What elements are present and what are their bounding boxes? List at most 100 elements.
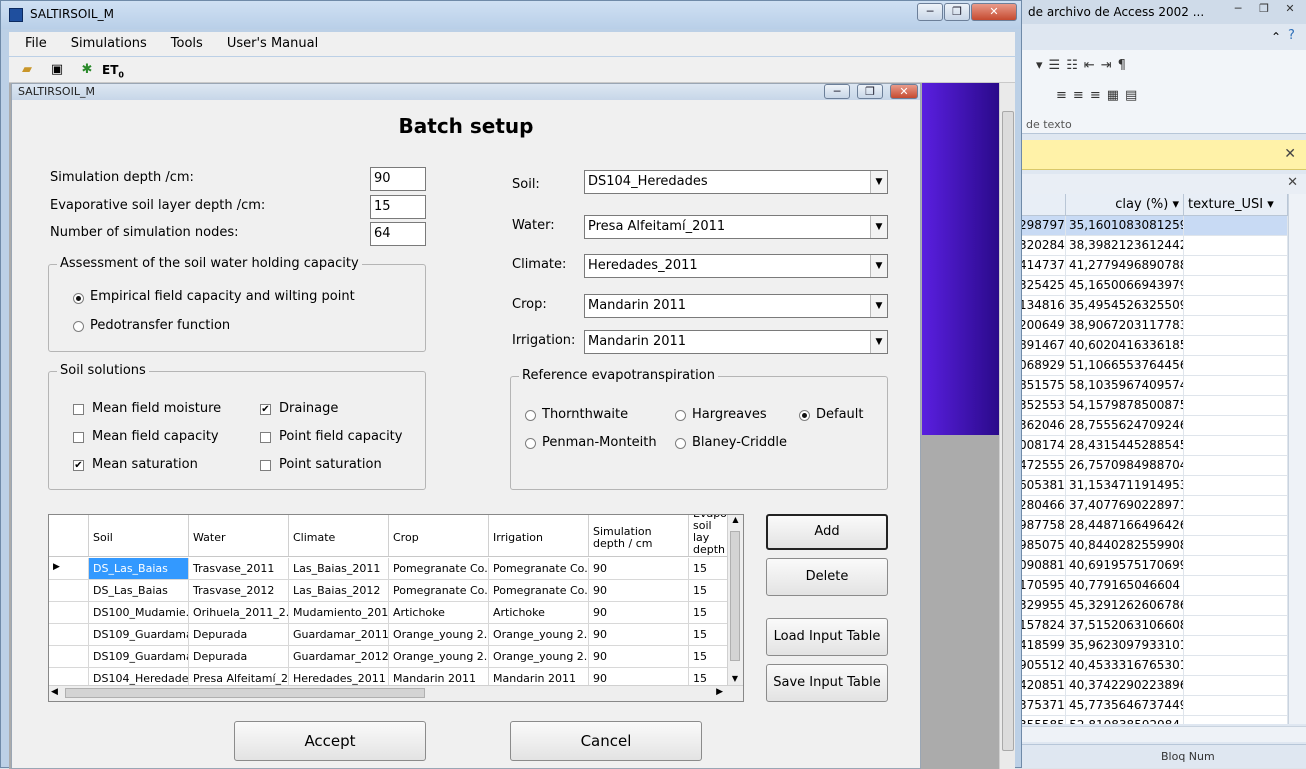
bullet-list-icon[interactable]: ☰: [1049, 58, 1061, 73]
table-cell[interactable]: 31,1534711914953: [1066, 476, 1184, 495]
table-cell[interactable]: Depurada: [189, 624, 289, 645]
close-button[interactable]: ✕: [971, 3, 1017, 21]
sim-depth-input[interactable]: 90: [370, 167, 426, 191]
row-header[interactable]: [49, 624, 89, 645]
list-item[interactable]: 375371 45,7735646737449: [1016, 696, 1288, 716]
table-cell[interactable]: [1184, 596, 1288, 615]
gridlines-icon[interactable]: ▦: [1107, 88, 1119, 103]
drainage-checkbox[interactable]: ✔: [260, 404, 271, 415]
table-cell[interactable]: Guardamar_2012: [289, 646, 389, 667]
whc-pedotransfer-radio[interactable]: [73, 321, 84, 332]
list-item[interactable]: 891467 40,6020416336185: [1016, 336, 1288, 356]
table-cell[interactable]: 90: [589, 624, 689, 645]
menu-simulations[interactable]: Simulations: [55, 32, 155, 56]
dropdown-icon[interactable]: ▾: [1036, 58, 1043, 73]
row-header[interactable]: [49, 580, 89, 601]
table-cell[interactable]: 157824: [1016, 616, 1066, 635]
list-item[interactable]: 320284 38,3982123612442: [1016, 236, 1288, 256]
table-cell[interactable]: 414737: [1016, 256, 1066, 275]
table-cell[interactable]: 298797: [1016, 216, 1066, 235]
table-cell[interactable]: 38,9067203117783: [1066, 316, 1184, 335]
table-cell[interactable]: 851575: [1016, 376, 1066, 395]
table-cell[interactable]: 51,1066553764456: [1066, 356, 1184, 375]
list-item[interactable]: 298797 35,1601083081259: [1016, 216, 1288, 236]
table-cell[interactable]: Depurada: [189, 646, 289, 667]
et-thornthwaite-radio[interactable]: [525, 410, 536, 421]
table-cell[interactable]: Pomegranate Co...: [489, 580, 589, 601]
list-item[interactable]: 200649 38,9067203117783: [1016, 316, 1288, 336]
chevron-down-icon[interactable]: ▼: [870, 331, 887, 353]
table-cell[interactable]: 905512: [1016, 656, 1066, 675]
table-cell[interactable]: 45,1650066943979: [1066, 276, 1184, 295]
table-cell[interactable]: 90: [589, 580, 689, 601]
table-row[interactable]: ▶ DS_Las_Baias Trasvase_2011 Las_Baias_2011…: [49, 558, 733, 580]
table-cell[interactable]: 90: [589, 558, 689, 579]
table-cell[interactable]: 40,8440282559908: [1066, 536, 1184, 555]
nodes-input[interactable]: 64: [370, 222, 426, 246]
add-button[interactable]: Add: [766, 514, 888, 550]
water-select[interactable]: Presa Alfeitamí_2011 ▼: [584, 215, 888, 239]
point-capacity-checkbox[interactable]: [260, 432, 271, 443]
table-cell[interactable]: Trasvase_2011: [189, 558, 289, 579]
table-cell[interactable]: [1184, 296, 1288, 315]
table-cell[interactable]: DS109_Guardamar: [89, 624, 189, 645]
numbered-list-icon[interactable]: ☷: [1066, 58, 1078, 73]
table-cell[interactable]: 35,9623097933101: [1066, 636, 1184, 655]
table-cell[interactable]: Orange_young 2...: [389, 646, 489, 667]
whc-empirical-radio[interactable]: [73, 293, 84, 304]
table-cell[interactable]: 45,3291262606786: [1066, 596, 1184, 615]
list-item[interactable]: 605381 31,1534711914953: [1016, 476, 1288, 496]
et-hargreaves-radio[interactable]: [675, 410, 686, 421]
mean-capacity-checkbox[interactable]: [73, 432, 84, 443]
table-cell[interactable]: 987758: [1016, 516, 1066, 535]
table-cell[interactable]: 90: [589, 646, 689, 667]
table-cell[interactable]: [1184, 276, 1288, 295]
list-item[interactable]: 418599 35,9623097933101: [1016, 636, 1288, 656]
table-cell[interactable]: 170595: [1016, 576, 1066, 595]
table-cell[interactable]: [1184, 636, 1288, 655]
table-cell[interactable]: [1184, 656, 1288, 675]
column-header[interactable]: Climate: [289, 515, 389, 556]
column-header-texture[interactable]: texture_USI ▾: [1184, 194, 1288, 215]
maximize-button[interactable]: ❐: [857, 84, 883, 99]
table-cell[interactable]: 352553: [1016, 396, 1066, 415]
chevron-up-icon[interactable]: ⌃: [1271, 30, 1281, 44]
table-cell[interactable]: 068929: [1016, 356, 1066, 375]
column-header-clay[interactable]: clay (%) ▾: [1066, 194, 1184, 215]
list-item[interactable]: 987758 28,4487166496426: [1016, 516, 1288, 536]
mean-moisture-checkbox[interactable]: [73, 404, 84, 415]
climate-select[interactable]: Heredades_2011 ▼: [584, 254, 888, 278]
table-cell[interactable]: 891467: [1016, 336, 1066, 355]
table-cell[interactable]: [1184, 696, 1288, 715]
column-header[interactable]: Simulation depth / cm: [589, 515, 689, 556]
list-item[interactable]: 134816 35,4954526325509: [1016, 296, 1288, 316]
list-item[interactable]: 414737 41,2779496890788: [1016, 256, 1288, 276]
table-cell[interactable]: [1184, 216, 1288, 235]
chevron-down-icon[interactable]: ▼: [870, 171, 887, 193]
table-cell[interactable]: [1184, 576, 1288, 595]
table-cell[interactable]: 54,1579878500875: [1066, 396, 1184, 415]
table-cell[interactable]: [1184, 316, 1288, 335]
table-row[interactable]: DS_Las_Baias Trasvase_2012 Las_Baias_2012 P…: [49, 580, 733, 602]
table-cell[interactable]: 40,4533316765301: [1066, 656, 1184, 675]
table-cell[interactable]: [1184, 516, 1288, 535]
table-cell[interactable]: Orange_young 2...: [389, 624, 489, 645]
table-cell[interactable]: 985075: [1016, 536, 1066, 555]
close-icon[interactable]: ✕: [1278, 2, 1302, 18]
increase-indent-icon[interactable]: ⇥: [1101, 58, 1112, 73]
table-cell[interactable]: 38,3982123612442: [1066, 236, 1184, 255]
list-item[interactable]: 157824 37,5152063106608: [1016, 616, 1288, 636]
table-cell[interactable]: 40,3742290223896: [1066, 676, 1184, 695]
table-cell[interactable]: [1184, 556, 1288, 575]
table-cell[interactable]: 362046: [1016, 416, 1066, 435]
list-item[interactable]: 985075 40,8440282559908: [1016, 536, 1288, 556]
paragraph-icon[interactable]: ¶: [1118, 58, 1126, 73]
accept-button[interactable]: Accept: [234, 721, 426, 761]
maximize-icon[interactable]: ❐: [1252, 2, 1276, 18]
table-cell[interactable]: Las_Baias_2011: [289, 558, 389, 579]
column-header[interactable]: Water: [189, 515, 289, 556]
table-cell[interactable]: [1184, 416, 1288, 435]
table-cell[interactable]: Orihuela_2011_2...: [189, 602, 289, 623]
minimize-icon[interactable]: ─: [1226, 2, 1250, 18]
table-row[interactable]: DS100_Mudamie... Orihuela_2011_2... Mudami…: [49, 602, 733, 624]
